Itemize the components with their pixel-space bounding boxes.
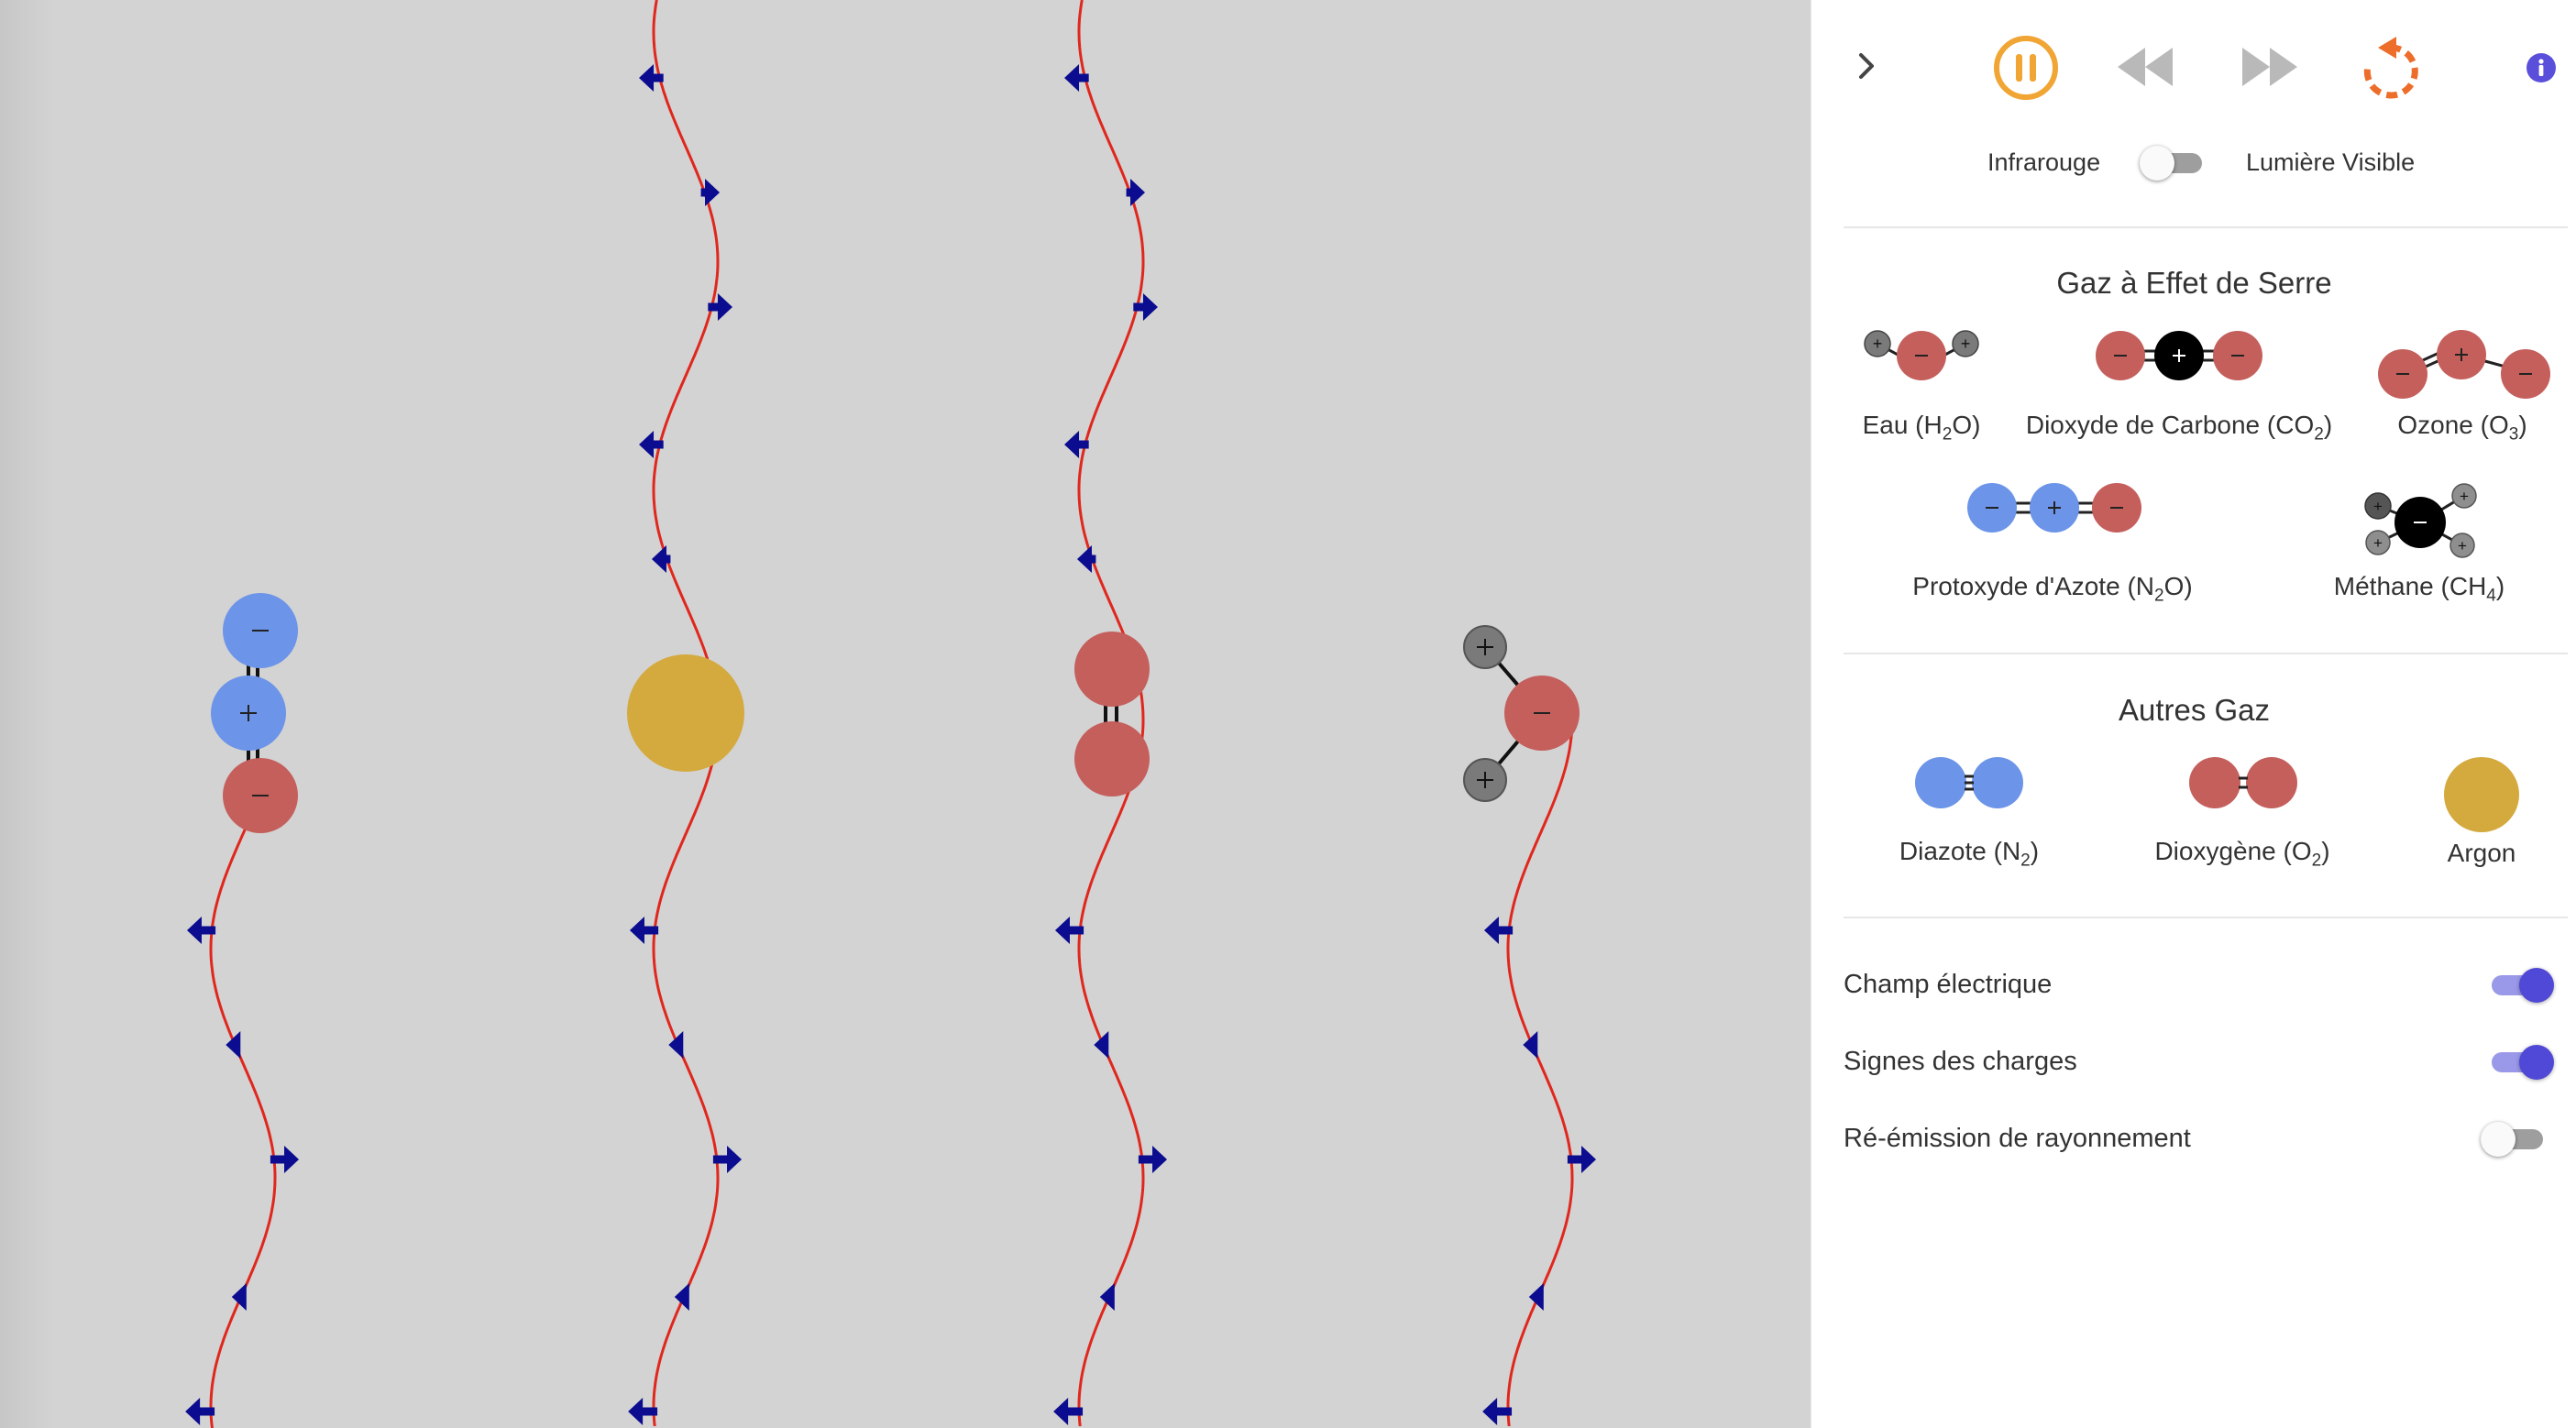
argon-atom xyxy=(627,654,744,772)
field-arrow xyxy=(1064,64,1089,92)
n2-molecule-button[interactable] xyxy=(1911,755,2027,815)
svg-text:+: + xyxy=(2373,498,2383,515)
field-arrow xyxy=(708,293,732,321)
reemission-label: Ré-émission de rayonnement xyxy=(1844,1124,2191,1153)
o2-oxygen-atom-2 xyxy=(1074,721,1150,796)
other-gases-title: Autres Gaz xyxy=(2118,693,2271,727)
svg-text:+: + xyxy=(2458,537,2467,555)
co2-molecule-button[interactable] xyxy=(2095,329,2263,389)
charge-signs-switch[interactable] xyxy=(2486,1043,2554,1080)
reemission-switch[interactable] xyxy=(2481,1120,2548,1157)
methane-molecule-button[interactable]: + + + + xyxy=(2361,477,2481,564)
infrared-label: Infrarouge xyxy=(1987,148,2101,176)
field-arrow xyxy=(1076,545,1096,573)
light-wave-3 xyxy=(1077,0,1145,1427)
svg-text:+: + xyxy=(1873,335,1883,353)
field-arrow xyxy=(1064,431,1089,458)
simulation-area xyxy=(0,0,1811,1428)
field-arrow xyxy=(1528,1283,1544,1311)
electric-field-label: Champ électrique xyxy=(1844,970,2053,999)
o2-molecule-button[interactable] xyxy=(2185,755,2301,815)
field-arrow xyxy=(651,545,671,573)
control-panel: Infrarouge Lumière Visible Gaz à Effet d… xyxy=(1811,0,2576,1428)
reset-icon[interactable] xyxy=(2358,33,2422,105)
ozone-molecule-button[interactable] xyxy=(2377,328,2551,406)
greenhouse-gases-title: Gaz à Effet de Serre xyxy=(2056,266,2332,300)
argon-label: Argon xyxy=(2447,839,2516,867)
field-arrow xyxy=(674,1283,689,1311)
field-arrow xyxy=(1094,1031,1109,1059)
field-arrow xyxy=(639,431,664,458)
n2o-molecule-button[interactable] xyxy=(1963,481,2152,541)
charge-signs-label: Signes des charges xyxy=(1844,1047,2077,1076)
o2-label: Dioxygène (O2) xyxy=(2154,837,2330,871)
info-icon[interactable] xyxy=(2526,52,2557,88)
rewind-icon[interactable] xyxy=(2116,44,2176,94)
light-wave-1 xyxy=(209,796,277,1428)
electric-field-switch[interactable] xyxy=(2486,966,2554,1003)
n2-label: Diazote (N2) xyxy=(1899,837,2040,871)
chevron-right-icon[interactable] xyxy=(1855,48,1879,89)
svg-text:+: + xyxy=(1961,335,1971,353)
water-molecule-button[interactable]: + + xyxy=(1863,325,1980,385)
light-wave-4 xyxy=(1506,732,1574,1427)
water-label: Eau (H2O) xyxy=(1862,411,1981,445)
simulation-canvas xyxy=(185,0,1597,1428)
field-arrow xyxy=(1126,179,1146,206)
ozone-label: Ozone (O3) xyxy=(2397,411,2527,445)
n2o-label: Protoxyde d'Azote (N2O) xyxy=(1912,572,2193,606)
divider xyxy=(1844,226,2568,228)
fast-forward-icon[interactable] xyxy=(2239,44,2299,94)
methane-label: Méthane (CH4) xyxy=(2333,572,2505,606)
field-arrow xyxy=(700,179,721,206)
field-arrow xyxy=(1133,293,1158,321)
o2-oxygen-atom-1 xyxy=(1074,632,1150,707)
svg-text:+: + xyxy=(2460,488,2469,505)
divider xyxy=(1844,917,2568,918)
co2-label: Dioxyde de Carbone (CO2) xyxy=(2025,411,2333,445)
field-arrow xyxy=(226,1031,241,1059)
field-arrow xyxy=(1099,1283,1115,1311)
svg-text:+: + xyxy=(2373,534,2383,552)
field-arrow xyxy=(639,64,664,92)
light-source-switch[interactable] xyxy=(2140,144,2207,181)
field-arrow xyxy=(668,1031,684,1059)
pause-icon[interactable] xyxy=(1992,34,2060,106)
divider xyxy=(1844,653,2568,654)
visible-light-label: Lumière Visible xyxy=(2246,148,2416,176)
field-arrow xyxy=(231,1283,247,1311)
argon-atom-button[interactable] xyxy=(2443,756,2520,838)
field-arrow xyxy=(1523,1031,1538,1059)
